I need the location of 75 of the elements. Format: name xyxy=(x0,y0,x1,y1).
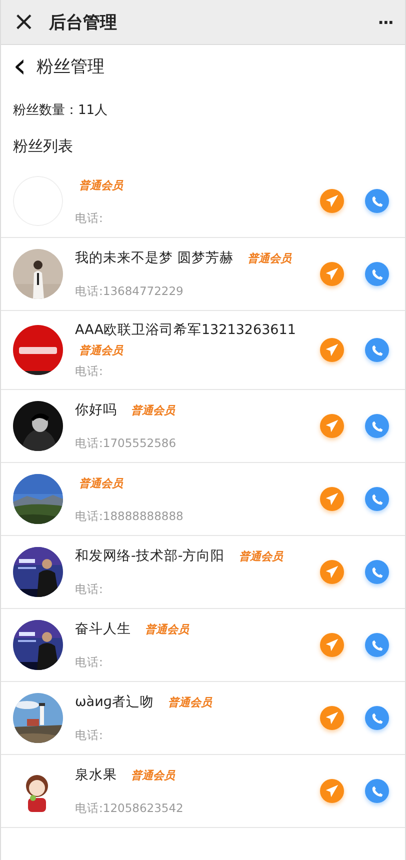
send-button[interactable] xyxy=(320,779,344,803)
member-level: 普通会员 xyxy=(238,548,283,564)
send-button[interactable] xyxy=(320,560,344,584)
list-title: 粉丝列表 xyxy=(12,136,74,157)
close-button[interactable]: × xyxy=(13,9,33,35)
phone-number: 电话: xyxy=(75,655,104,670)
back-button[interactable]: ‹ xyxy=(13,51,27,81)
phone-icon xyxy=(370,784,384,798)
call-button[interactable] xyxy=(365,487,389,511)
paper-plane-icon xyxy=(325,784,339,798)
phone-icon xyxy=(370,344,384,356)
fan-count: 粉丝数量：11人 xyxy=(12,102,109,120)
member-level: 普通会员 xyxy=(130,402,175,418)
paper-plane-icon xyxy=(325,565,339,579)
fan-name: 奋斗人生 xyxy=(75,620,131,638)
paper-plane-icon xyxy=(325,267,339,281)
paper-plane-icon xyxy=(325,343,339,357)
call-button[interactable] xyxy=(365,633,389,657)
send-button[interactable] xyxy=(320,338,344,362)
fan-row[interactable]: 奋斗人生 普通会员 电话: xyxy=(1,609,405,682)
call-button[interactable] xyxy=(365,560,389,584)
fan-name: AAA欧联卫浴司希军13213263611 xyxy=(75,321,296,339)
fan-row[interactable]: AAA欧联卫浴司希军13213263611 普通会员 电话: xyxy=(1,311,405,390)
phone-icon xyxy=(370,712,384,724)
phone-number: 电话:1705552586 xyxy=(75,436,178,451)
fan-name: 和发网络-技术部-方向阳 xyxy=(75,547,225,565)
fan-name: 你好吗 xyxy=(75,401,117,419)
fan-name: 我的未来不是梦 圆梦芳赫 xyxy=(75,249,234,267)
fan-name: 泉水果 xyxy=(75,766,117,784)
phone-icon xyxy=(370,638,384,652)
phone-number: 电话:18888888888 xyxy=(75,509,184,524)
paper-plane-icon xyxy=(325,492,339,506)
send-button[interactable] xyxy=(320,414,344,438)
fan-row[interactable]: ωàиɡ者辶吻 普通会员 电话: xyxy=(1,682,405,755)
phone-number: 电话: xyxy=(75,728,104,743)
phone-icon xyxy=(370,268,384,280)
member-level: 普通会员 xyxy=(78,343,123,358)
phone-icon xyxy=(370,566,384,578)
phone-number: 电话: xyxy=(75,364,104,379)
send-button[interactable] xyxy=(320,633,344,657)
fan-row[interactable]: 你好吗 普通会员 电话:1705552586 xyxy=(1,390,405,463)
send-button[interactable] xyxy=(320,487,344,511)
member-level: 普通会员 xyxy=(78,178,123,192)
phone-number: 电话: xyxy=(75,211,104,226)
more-button[interactable]: ··· xyxy=(378,12,393,32)
phone-icon xyxy=(370,492,384,506)
member-level: 普通会员 xyxy=(78,476,123,490)
member-level: 普通会员 xyxy=(166,694,212,710)
call-button[interactable] xyxy=(365,189,389,213)
paper-plane-icon xyxy=(325,419,339,433)
page-title: 粉丝管理 xyxy=(36,56,105,78)
call-button[interactable] xyxy=(365,338,389,362)
fan-row[interactable]: 我的未来不是梦 圆梦芳赫 普通会员 电话:13684772229 xyxy=(1,238,405,311)
send-button[interactable] xyxy=(320,706,344,730)
paper-plane-icon xyxy=(325,194,339,208)
phone-number: 电话:12058623542 xyxy=(75,801,184,816)
fan-row[interactable]: 和发网络-技术部-方向阳 普通会员 电话: xyxy=(1,536,405,609)
paper-plane-icon xyxy=(325,711,339,725)
send-button[interactable] xyxy=(320,262,344,286)
call-button[interactable] xyxy=(365,414,389,438)
call-button[interactable] xyxy=(365,706,389,730)
window-title: 后台管理 xyxy=(49,12,118,34)
member-level: 普通会员 xyxy=(130,768,175,782)
call-button[interactable] xyxy=(365,779,389,803)
member-level: 普通会员 xyxy=(144,622,189,636)
phone-icon xyxy=(370,194,384,208)
phone-number: 电话:13684772229 xyxy=(75,284,184,299)
phone-icon xyxy=(370,420,384,432)
paper-plane-icon xyxy=(325,638,339,652)
member-level: 普通会员 xyxy=(246,250,292,266)
send-button[interactable] xyxy=(320,189,344,213)
fan-name: ωàиɡ者辶吻 xyxy=(75,693,154,711)
phone-number: 电话: xyxy=(75,582,104,597)
fan-row[interactable]: 泉水果 普通会员 电话:12058623542 xyxy=(1,755,405,828)
call-button[interactable] xyxy=(365,262,389,286)
